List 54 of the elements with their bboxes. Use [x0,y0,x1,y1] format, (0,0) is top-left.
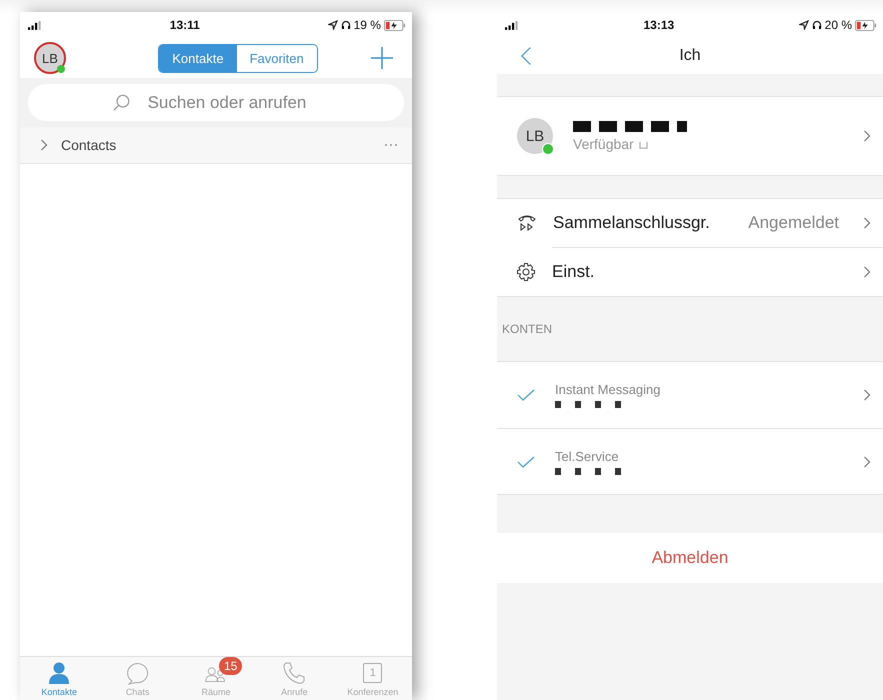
account-row[interactable]: Tel.Service [497,428,883,494]
section-header: KONTEN [502,322,552,336]
battery-icon [384,20,406,30]
tab-item[interactable]: Kontakte [24,657,94,700]
tab-item[interactable]: Chats [102,657,173,700]
account-label: Tel.Service [555,448,620,464]
chevron-icon [863,266,871,278]
phone-forward-icon [517,213,537,233]
search-icon [113,94,131,112]
settings-row[interactable]: Sammelanschlussgr. Angemeldet [497,199,883,247]
chevron-icon [863,456,871,468]
search-field[interactable]: Suchen oder anrufen [28,84,404,121]
settings-label: Sammelanschlussgr. [553,213,711,233]
battery-percent: 20 % [824,18,852,32]
logout-button[interactable]: Abmelden [497,533,883,583]
presence-status: Verfügbar [573,136,634,152]
phone-icon [282,661,306,685]
segment-tab[interactable]: Kontakte [159,44,237,72]
signal-icon [505,20,519,30]
avatar: LB [517,118,553,154]
chat-bubble-icon [126,661,150,685]
count-badge: 15 [218,657,242,675]
account-label: Instant Messaging [555,382,662,397]
signal-icon [28,20,42,30]
gear-icon [516,262,536,282]
chevron-icon [863,389,871,401]
settings-row[interactable]: Einst. [552,247,883,296]
headphones-icon [340,20,351,30]
calendar-icon: 1 [363,663,382,683]
tab-item[interactable]: Anrufe [259,657,330,700]
profile-row[interactable]: LB Verfügbar [497,96,883,176]
more-icon[interactable] [384,143,398,147]
bracket-icon [638,142,648,149]
chevron-icon [863,130,871,142]
avatar[interactable]: LB [34,42,66,74]
person-icon [47,661,72,685]
battery-icon [855,20,877,30]
page-title: Ich [679,47,701,65]
account-row[interactable]: Instant Messaging [497,362,883,428]
battery-percent: 19 % [354,18,381,32]
location-arrow-icon [798,20,809,30]
location-arrow-icon [328,20,338,30]
settings-label: Einst. [552,262,596,282]
add-icon[interactable] [370,46,394,70]
tab-item[interactable]: 15 Räume [180,657,251,700]
group-row[interactable]: Contacts [20,127,412,164]
settings-value: Angemeldet [748,213,839,233]
clock-time: 13:11 [170,18,200,32]
tab-item[interactable]: 1 Konferenzen [338,657,408,700]
clock-time: 13:13 [643,18,674,32]
chevron-icon [863,217,871,229]
group-label: Contacts [61,137,118,153]
back-icon[interactable] [521,46,531,66]
headphones-icon [812,20,822,30]
